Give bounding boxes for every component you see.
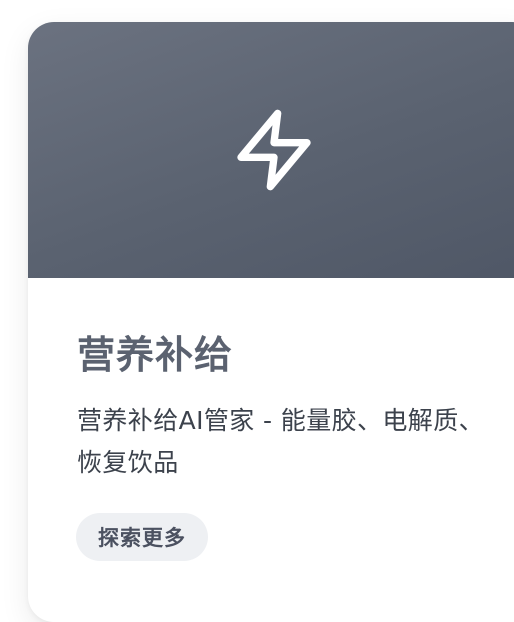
card-description: 营养补给AI管家 - 能量胶、电解质、恢复饮品: [77, 406, 484, 477]
lightning-bolt-icon: [237, 109, 311, 191]
product-card[interactable]: 营养补给 营养补给AI管家 - 能量胶、电解质、恢复饮品 探索更多: [28, 22, 514, 622]
card-title: 营养补给: [77, 333, 234, 377]
card-content: 营养补给 营养补给AI管家 - 能量胶、电解质、恢复饮品: [77, 328, 514, 484]
explore-more-button[interactable]: 探索更多: [76, 513, 208, 561]
card-hero-banner: [28, 22, 514, 278]
